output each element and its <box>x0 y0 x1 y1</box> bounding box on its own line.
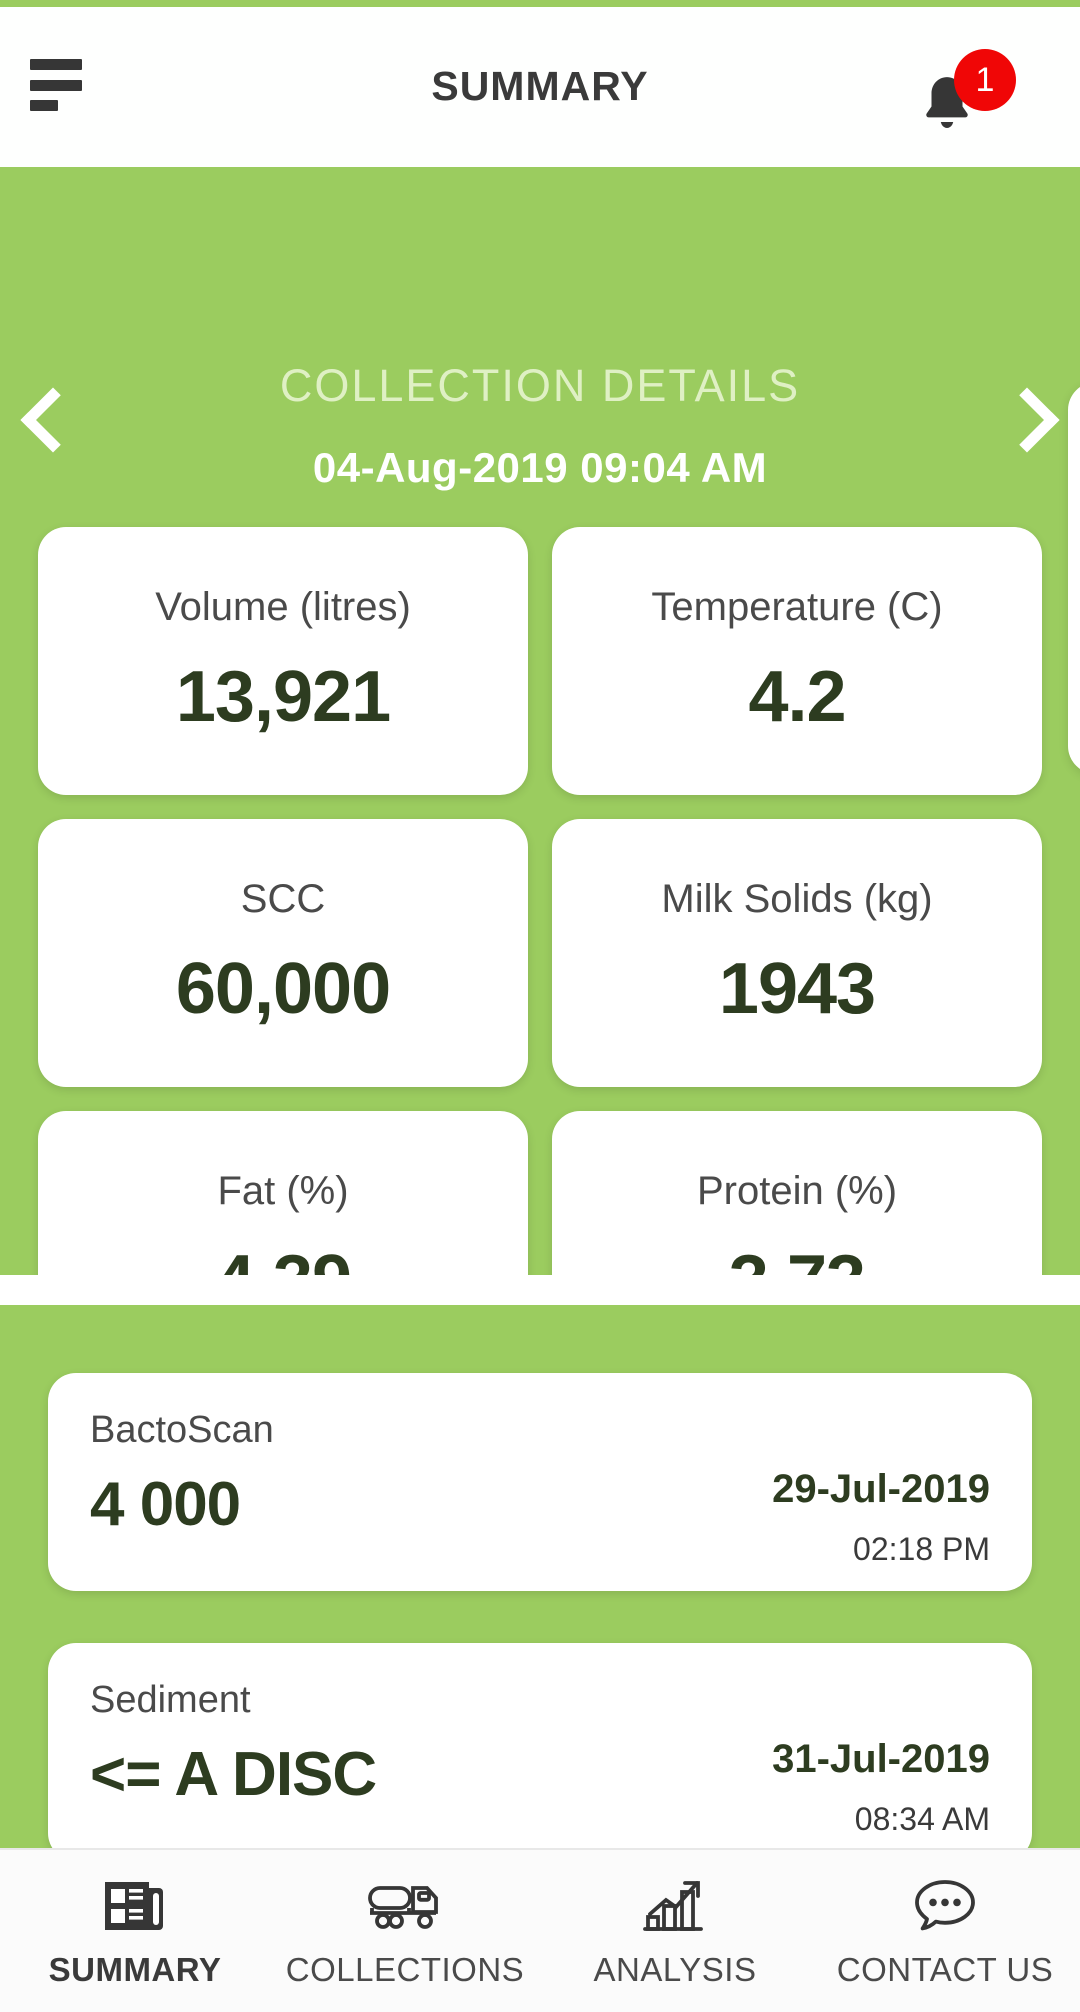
metric-label: Protein (%) <box>696 1168 898 1213</box>
test-value: <= A DISC <box>90 1740 377 1809</box>
metric-value: 13,921 <box>175 656 391 737</box>
nav-label: COLLECTIONS <box>285 1951 525 1988</box>
metric-card-milk-solids[interactable]: Milk Solids (kg) 1943 <box>552 819 1042 1087</box>
nav-label: SUMMARY <box>48 1951 222 1988</box>
metric-label: Fat (%) <box>217 1168 349 1213</box>
test-date: 31-Jul-2019 <box>772 1737 990 1781</box>
metric-value: 4.2 <box>748 656 846 737</box>
test-card-bactoscan[interactable]: BactoScan 4 000 29-Jul-2019 02:18 PM <box>48 1373 1032 1591</box>
newspaper-icon <box>103 1873 167 1939</box>
metric-label: Milk Solids (kg) <box>661 876 933 921</box>
nav-item-analysis[interactable]: ANALYSIS <box>540 1850 810 2012</box>
metric-card-scc[interactable]: SCC 60,000 <box>38 819 528 1087</box>
metric-card-temperature[interactable]: Temperature (C) 4.2 <box>552 527 1042 795</box>
collection-details-title: COLLECTION DETAILS <box>279 360 801 411</box>
metric-card-volume[interactable]: Volume (litres) 13,921 <box>38 527 528 795</box>
metric-label: Volume (litres) <box>155 584 411 629</box>
test-value: 4 000 <box>90 1470 241 1539</box>
metric-card-protein[interactable]: Protein (%) 3.73 <box>552 1111 1042 1275</box>
bar-chart-arrow-icon <box>642 1873 708 1939</box>
metric-label: SCC <box>240 876 326 921</box>
metric-value: 4.39 <box>215 1240 352 1276</box>
metric-value: 3.73 <box>729 1240 866 1276</box>
metric-value: 60,000 <box>175 948 391 1029</box>
metric-card-fat[interactable]: Fat (%) 4.39 <box>38 1111 528 1275</box>
test-name: BactoScan <box>90 1409 274 1451</box>
nav-item-summary[interactable]: SUMMARY <box>0 1850 270 2012</box>
collection-date: 04-Aug-2019 09:04 AM <box>312 444 768 491</box>
collection-details-panel: COLLECTION DETAILS 04-Aug-2019 09:04 AM … <box>0 167 1080 1275</box>
app-header: SUMMARY 1 <box>0 7 1080 167</box>
notification-badge: 1 <box>954 49 1016 111</box>
bottom-navigation-bar: SUMMARY COLLECTIONS ANALYSIS CONTACT US <box>0 1848 1080 2012</box>
app-root: SUMMARY 1 COLLECTION DETAILS 04-Aug-2019… <box>0 0 1080 2012</box>
metric-label: Temperature (C) <box>651 584 943 629</box>
nav-item-contact-us[interactable]: CONTACT US <box>810 1850 1080 2012</box>
section-divider <box>0 1275 1080 1305</box>
nav-label: CONTACT US <box>836 1951 1054 1988</box>
notifications-button[interactable]: 1 <box>908 49 1018 144</box>
test-card-sediment[interactable]: Sediment <= A DISC 31-Jul-2019 08:34 AM <box>48 1643 1032 1861</box>
test-time: 08:34 AM <box>854 1801 990 1837</box>
tanker-truck-icon <box>367 1873 443 1939</box>
nav-item-collections[interactable]: COLLECTIONS <box>270 1850 540 2012</box>
metrics-grid: Volume (litres) 13,921 Temperature (C) 4… <box>38 527 1042 1275</box>
next-slide-preview-card[interactable] <box>1068 382 1080 774</box>
test-time: 02:18 PM <box>853 1531 990 1567</box>
metric-value: 1943 <box>718 948 876 1029</box>
speech-bubble-dots-icon <box>912 1873 978 1939</box>
test-date: 29-Jul-2019 <box>772 1467 990 1511</box>
test-name: Sediment <box>90 1679 251 1721</box>
test-results-panel: BactoScan 4 000 29-Jul-2019 02:18 PM Sed… <box>0 1305 1080 1905</box>
nav-label: ANALYSIS <box>593 1951 757 1988</box>
top-accent-strip <box>0 0 1080 7</box>
